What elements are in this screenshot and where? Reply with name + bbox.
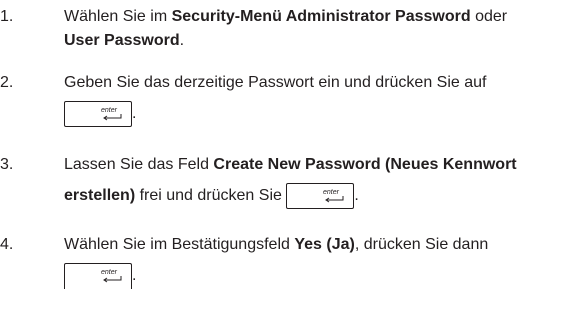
enter-key-label: enter: [101, 107, 118, 114]
step-text: Wählen Sie im Bestätigungsfeld Yes (Ja),…: [64, 233, 581, 293]
create-new-password-label-cont: erstellen): [64, 187, 136, 204]
enter-key: enter: [286, 182, 355, 209]
step-text: Lassen Sie das Feld Create New Password …: [64, 153, 581, 213]
enter-key: enter: [64, 100, 132, 127]
security-menu-admin-password: Security-Menü Administrator Password: [171, 8, 471, 25]
step-text: Wählen Sie im Security-Menü Administrato…: [64, 5, 581, 53]
step-1-text-prefix: Wählen Sie im: [64, 8, 172, 25]
create-new-password-label: Create New Password (Neues Kennwort: [213, 156, 517, 173]
step-4-text-suffix: , drücken Sie dann: [354, 236, 489, 253]
user-password-label: User Password: [64, 32, 180, 49]
enter-key-icon: enter: [101, 107, 122, 121]
step-number: 1.: [0, 8, 14, 25]
step-4-period: .: [132, 267, 137, 284]
step-2-period: .: [132, 105, 137, 122]
enter-key-label: enter: [323, 189, 340, 196]
enter-key-label: enter: [101, 269, 118, 276]
step-3-text-suffix: frei und drücken Sie: [135, 187, 287, 204]
enter-key: enter: [64, 262, 132, 289]
enter-key-icon: enter: [101, 269, 122, 283]
step-1-period: .: [179, 32, 185, 49]
step-4-text-prefix: Wählen Sie im Bestätigungsfeld: [64, 236, 295, 253]
step-text: Geben Sie das derzeitige Passwort ein un…: [64, 71, 581, 131]
step-3-text-prefix: Lassen Sie das Feld: [64, 156, 214, 173]
step-number: 3.: [0, 156, 14, 173]
enter-key-icon: enter: [323, 189, 344, 203]
step-number: 2.: [0, 74, 14, 91]
step-2-text: Geben Sie das derzeitige Passwort ein un…: [64, 74, 487, 91]
step-3-period: .: [354, 187, 359, 204]
yes-ja-label: Yes (Ja): [294, 236, 355, 253]
step-number: 4.: [0, 236, 14, 253]
step-1-text-suffix: oder: [470, 8, 508, 25]
